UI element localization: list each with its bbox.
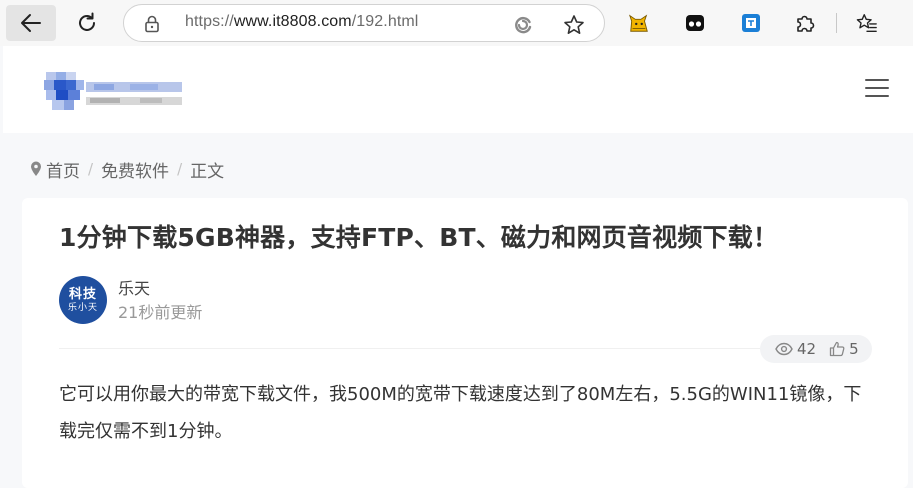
eye-icon xyxy=(775,342,793,356)
back-arrow-icon xyxy=(21,14,41,32)
breadcrumb-separator: / xyxy=(88,160,94,178)
mask-extension-icon[interactable] xyxy=(684,12,706,34)
update-time: 21秒前更新 xyxy=(118,303,203,322)
url-path: /192.html xyxy=(351,13,419,30)
cat-extension-icon[interactable] xyxy=(628,12,650,34)
cat-icon xyxy=(628,14,648,32)
reload-icon xyxy=(79,12,95,31)
address-bar[interactable]: https://www.it8808.com/192.html xyxy=(123,4,605,42)
toolbar-separator xyxy=(836,13,837,33)
site-header xyxy=(3,46,913,133)
site-logo[interactable] xyxy=(44,72,186,112)
lock-icon[interactable] xyxy=(144,15,160,33)
breadcrumb-home[interactable]: 首页 xyxy=(46,157,80,182)
extensions-button[interactable] xyxy=(794,12,816,34)
meta-divider xyxy=(59,348,869,349)
likes-count: 5 xyxy=(849,340,859,358)
favorites-button[interactable] xyxy=(856,12,878,34)
breadcrumb: 首页 / 免费软件 / 正文 xyxy=(30,157,225,182)
browser-toolbar: https://www.it8808.com/192.html xyxy=(0,0,913,46)
author-avatar[interactable]: 科技 乐小天 xyxy=(59,276,107,324)
reload-button[interactable] xyxy=(62,5,112,41)
breadcrumb-separator: / xyxy=(177,160,183,178)
mask-icon xyxy=(686,15,704,31)
favorites-list-icon xyxy=(856,14,877,32)
back-button[interactable] xyxy=(6,5,56,41)
thumbs-up-icon xyxy=(829,341,845,357)
article-content: 它可以用你最大的带宽下载文件，我500M的宽带下载速度达到了80M左右，5.5G… xyxy=(59,384,862,442)
breadcrumb-category[interactable]: 免费软件 xyxy=(101,157,169,182)
location-pin-icon xyxy=(31,161,41,176)
article-card: 1分钟下载5GB神器，支持FTP、BT、磁力和网页音视频下载！ 科技 乐小天 乐… xyxy=(22,198,908,488)
edge-refresh-icon[interactable] xyxy=(512,14,534,36)
likes-stat[interactable]: 5 xyxy=(829,340,859,358)
views-stat: 42 xyxy=(775,340,816,358)
favorite-star-icon[interactable] xyxy=(563,14,585,36)
views-count: 42 xyxy=(797,340,817,358)
avatar-text-line1: 科技 xyxy=(68,286,97,302)
url-domain: www.it8808.com xyxy=(233,13,352,30)
translate-extension-icon[interactable] xyxy=(740,12,762,34)
translate-icon xyxy=(742,14,760,32)
puzzle-extensions-icon xyxy=(797,15,815,32)
avatar-text-line2: 乐小天 xyxy=(67,302,98,313)
article-title: 1分钟下载5GB神器，支持FTP、BT、磁力和网页音视频下载！ xyxy=(59,223,779,252)
breadcrumb-current: 正文 xyxy=(190,161,225,182)
url-prefix: https:// xyxy=(185,13,234,30)
hamburger-menu-icon[interactable] xyxy=(865,78,889,98)
article-stats: 42 5 xyxy=(760,335,872,363)
author-name[interactable]: 乐天 xyxy=(118,275,150,299)
url-text[interactable]: https://www.it8808.com/192.html xyxy=(185,13,418,31)
